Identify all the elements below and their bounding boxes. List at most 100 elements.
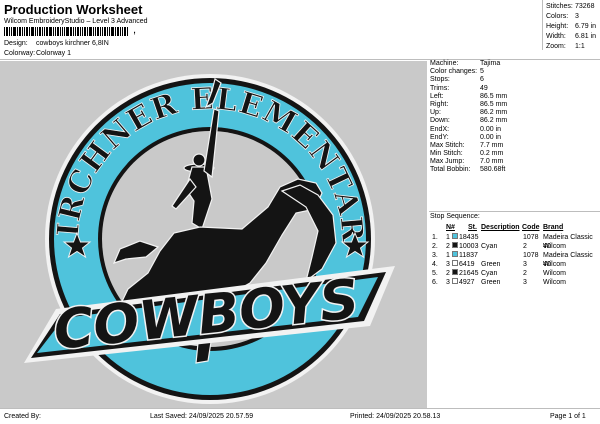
stop-sequence-row: 4. 3 6419 Green 3 Wilcom <box>430 260 600 269</box>
barcode-bar <box>11 27 12 36</box>
color-description: Cyan <box>481 270 498 277</box>
barcode-bar <box>46 27 48 36</box>
barcode-bar <box>120 27 121 36</box>
barcode-bar <box>70 27 72 36</box>
stop-number: 1. <box>432 234 438 241</box>
stitch-count: 6419 <box>459 261 475 268</box>
color-number: 2 <box>446 270 450 277</box>
stop-number: 2. <box>432 243 438 250</box>
barcode-bar <box>29 27 30 36</box>
sequence-divider <box>429 211 600 212</box>
color-number: 1 <box>446 234 450 241</box>
stop-number: 3. <box>432 252 438 259</box>
machine-info-row: Machine: Tajima <box>430 60 600 68</box>
stop-sequence-title: Stop Sequence: <box>430 213 480 220</box>
machine-info-row: EndY: 0.00 in <box>430 134 600 142</box>
footer-page: Page 1 of 1 <box>550 413 586 420</box>
machine-info-row: Total Bobbin: 580.68ft <box>430 166 600 174</box>
barcode-bar <box>6 27 8 36</box>
color-number: 3 <box>446 261 450 268</box>
colorway-label: Colorway: <box>4 50 36 57</box>
footer-created-by: Created By: <box>4 413 41 420</box>
embroidery-design: KIRCHNER ELEMENTARY COWBOYS <box>0 61 395 404</box>
stat-row: Height: 6.79 in <box>546 22 596 32</box>
header-n: N# <box>446 224 455 231</box>
page-title: Production Worksheet <box>4 2 143 17</box>
barcode-bar <box>37 27 38 36</box>
machine-info-row: Down: 86.2 mm <box>430 117 600 125</box>
stat-row: Stitches: 73268 <box>546 2 596 12</box>
machine-info-value: 7.0 mm <box>480 158 504 166</box>
machine-info-label: EndY: <box>430 133 449 141</box>
machine-info-row: Up: 86.2 mm <box>430 109 600 117</box>
machine-info-row: Right: 86.5 mm <box>430 101 600 109</box>
barcode-bar <box>19 27 21 36</box>
barcode-bar <box>24 27 25 36</box>
stitch-count: 21645 <box>459 270 479 277</box>
barcode-bar <box>73 27 74 36</box>
stat-label: Colors: <box>546 13 569 20</box>
barcode-bar <box>53 27 54 36</box>
color-description: Cyan <box>481 243 498 250</box>
barcode-bar <box>60 27 61 36</box>
barcode-bar <box>95 27 96 36</box>
machine-info-value: 5 <box>480 68 484 76</box>
machine-info-value: Tajima <box>480 60 501 67</box>
machine-info-row: EndX: 0.00 in <box>430 126 600 134</box>
barcode-bar <box>64 27 65 36</box>
thread-code: 3 <box>523 261 527 268</box>
barcode-bar <box>109 27 110 36</box>
stat-label: Width: <box>546 33 566 40</box>
stitch-count: 18435 <box>459 234 479 241</box>
stop-sequence-row: 1. 1 18435 1078 Madeira Classic 40 <box>430 233 600 250</box>
machine-info-value: 86.2 mm <box>480 117 508 125</box>
header-brand: Brand <box>543 224 564 231</box>
footer-last-saved: Last Saved: 24/09/2025 20.57.59 <box>150 413 254 420</box>
thread-code: 2 <box>523 270 527 277</box>
thread-color-swatch <box>452 251 458 257</box>
barcode-bar <box>111 27 114 36</box>
header-code: Code <box>522 224 540 231</box>
thread-brand: Wilcom <box>543 243 566 250</box>
colorway-row: Colorway: Colorway 1 <box>4 50 71 57</box>
stat-label: Height: <box>546 23 569 30</box>
color-description: Green <box>481 279 501 286</box>
machine-info-panel: Machine: Tajima Color changes: 5 Stops: 6 Trim… <box>430 60 600 175</box>
stat-value: 6.81 in <box>575 33 597 40</box>
barcode-bar <box>77 27 79 36</box>
machine-info-label: Min Stitch: <box>430 150 463 158</box>
machine-info-row: Max Jump: 7.0 mm <box>430 158 600 166</box>
stop-number: 4. <box>432 261 438 268</box>
stop-sequence-header: N# St. Description Code Brand <box>430 223 600 232</box>
machine-info-label: Down: <box>430 117 450 125</box>
software-subtitle: Wilcom EmbroideryStudio – Level 3 Advanc… <box>4 18 148 25</box>
design-value: cowboys kirchner 6,8IN <box>36 40 109 47</box>
barcode-bar <box>93 27 94 36</box>
barcode-bar <box>44 27 45 36</box>
machine-info-label: Trims: <box>430 84 450 92</box>
machine-info-label: Right: <box>430 100 449 108</box>
barcode-bar <box>107 27 108 36</box>
barcode-bar <box>100 27 101 36</box>
barcode-bar <box>39 27 41 36</box>
barcode-bar <box>87 27 88 36</box>
barcode-bar <box>117 27 119 36</box>
machine-info-value: 0.00 in <box>480 133 502 141</box>
barcode-bar <box>62 27 63 36</box>
barcode-bar <box>102 27 103 36</box>
machine-info-row: Max Stitch: 7.7 mm <box>430 142 600 150</box>
stat-label: Zoom: <box>546 43 566 50</box>
stat-row: Colors: 3 <box>546 12 596 22</box>
machine-info-value: 6 <box>480 76 484 84</box>
machine-info-label: Stops: <box>430 76 450 84</box>
machine-info-label: Max Stitch: <box>430 141 465 149</box>
machine-info-row: Stops: 6 <box>430 76 600 84</box>
barcode-bar <box>89 27 92 36</box>
stat-row: Zoom: 1:1 <box>546 42 596 52</box>
thread-brand: Wilcom <box>543 279 566 286</box>
machine-info-value: 0.2 mm <box>480 150 504 158</box>
barcode-bar <box>35 27 36 36</box>
barcode-bar <box>75 27 76 36</box>
stop-sequence-row: 2. 2 10003 Cyan 2 Wilcom <box>430 242 600 251</box>
stop-number: 5. <box>432 270 438 277</box>
